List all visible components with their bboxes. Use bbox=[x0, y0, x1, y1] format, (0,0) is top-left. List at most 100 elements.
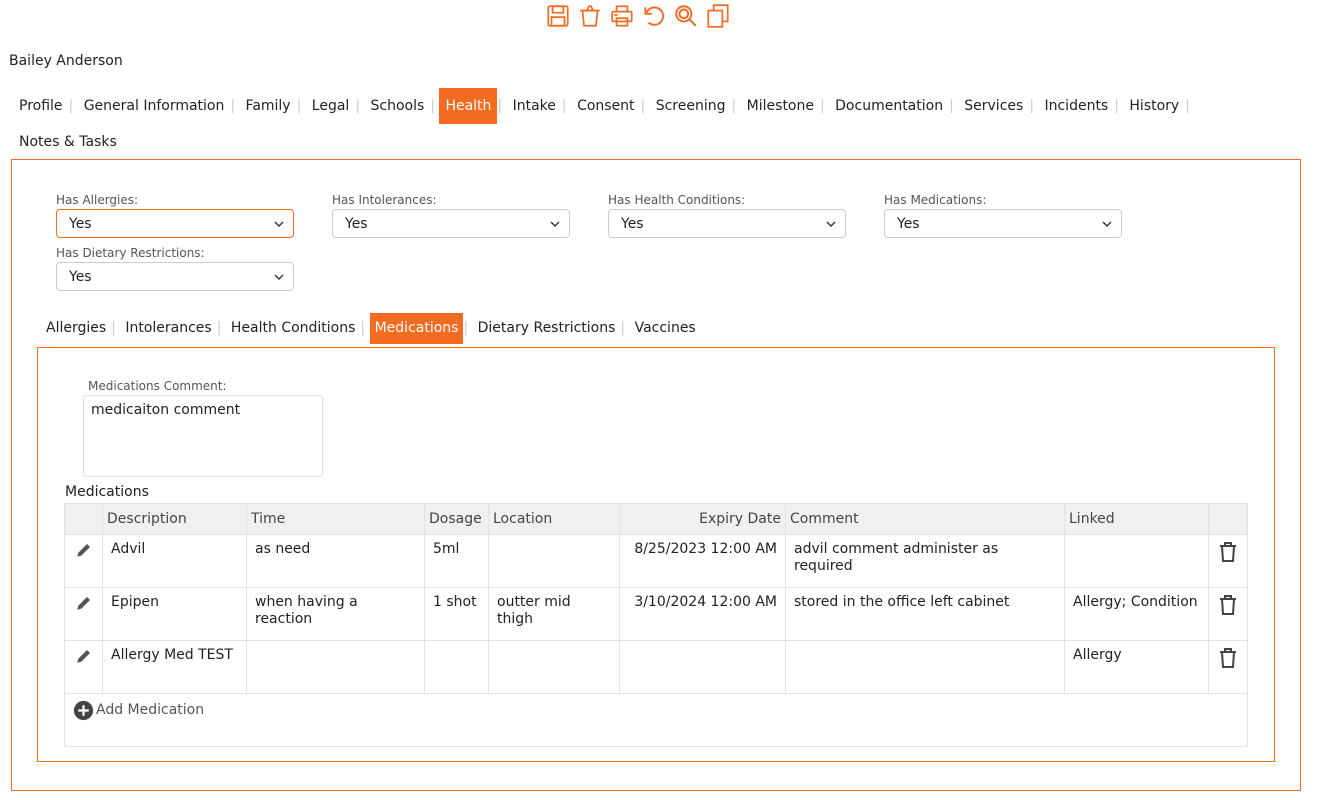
delete-button[interactable] bbox=[1208, 534, 1248, 588]
main-tabs: Profile | General Information | Family | Le… bbox=[19, 88, 1299, 160]
cell-description: Advil bbox=[102, 534, 247, 588]
copy-button[interactable] bbox=[703, 1, 733, 31]
medications-table: Description Time Dosage Location Expiry … bbox=[64, 503, 1248, 747]
undo-button[interactable] bbox=[639, 1, 669, 31]
table-header-row: Description Time Dosage Location Expiry … bbox=[64, 503, 1248, 535]
subtab-intolerances[interactable]: Intolerances bbox=[120, 313, 216, 344]
has-intolerances-select[interactable]: Yes bbox=[332, 209, 570, 238]
has-dietary-restrictions-field: Has Dietary Restrictions: Yes bbox=[56, 246, 294, 291]
chevron-down-icon bbox=[550, 221, 560, 227]
tab-legal[interactable]: Legal bbox=[306, 88, 356, 124]
subtab-dietary-restrictions[interactable]: Dietary Restrictions bbox=[473, 313, 621, 344]
column-header[interactable]: Description bbox=[102, 503, 247, 535]
client-name: Bailey Anderson bbox=[9, 53, 123, 69]
add-row: Add Medication bbox=[64, 693, 1248, 747]
has-allergies-value: Yes bbox=[69, 215, 92, 232]
subtab-health-conditions[interactable]: Health Conditions bbox=[226, 313, 361, 344]
search-icon bbox=[675, 5, 697, 27]
chevron-down-icon bbox=[826, 221, 836, 227]
cell-comment: advil comment administer as required bbox=[785, 534, 1065, 588]
pencil-icon bbox=[76, 650, 90, 663]
column-header[interactable]: Dosage bbox=[424, 503, 489, 535]
clear-icon bbox=[580, 5, 600, 27]
health-sub-tabs: Allergies | Intolerances | Health Conditio… bbox=[46, 313, 701, 344]
edit-button[interactable] bbox=[64, 587, 103, 641]
cell-time: when having a reaction bbox=[246, 587, 425, 641]
column-header[interactable]: Location bbox=[488, 503, 620, 535]
has-medications-value: Yes bbox=[897, 215, 920, 232]
medications-table-title: Medications bbox=[65, 484, 149, 500]
trash-icon bbox=[1220, 542, 1236, 562]
plus-circle-icon bbox=[73, 700, 94, 721]
tab-services[interactable]: Services bbox=[958, 88, 1029, 124]
has-health-conditions-field: Has Health Conditions: Yes bbox=[608, 193, 846, 238]
tab-intake[interactable]: Intake bbox=[507, 88, 562, 124]
add-medication-button[interactable]: Add Medication bbox=[73, 700, 1239, 721]
cell-comment bbox=[785, 640, 1065, 694]
cell-expiry bbox=[619, 640, 786, 694]
medications-comment-label: Medications Comment: bbox=[88, 379, 227, 393]
tab-consent[interactable]: Consent bbox=[571, 88, 640, 124]
save-button[interactable] bbox=[543, 1, 573, 31]
tab-schools[interactable]: Schools bbox=[364, 88, 430, 124]
cell-location: outter mid thigh bbox=[488, 587, 620, 641]
has-intolerances-value: Yes bbox=[345, 215, 368, 232]
cell-expiry: 8/25/2023 12:00 AM bbox=[619, 534, 786, 588]
tab-notes-tasks[interactable]: Notes & Tasks bbox=[19, 124, 123, 160]
tab-general-information[interactable]: General Information bbox=[78, 88, 231, 124]
column-header[interactable]: Expiry Date bbox=[619, 503, 786, 535]
add-medication-label: Add Medication bbox=[96, 702, 205, 718]
tab-health[interactable]: Health bbox=[439, 88, 498, 124]
has-dietary-restrictions-label: Has Dietary Restrictions: bbox=[56, 246, 205, 260]
pencil-icon bbox=[76, 597, 90, 610]
delete-button[interactable] bbox=[1208, 587, 1248, 641]
print-icon bbox=[611, 5, 633, 27]
tab-incidents[interactable]: Incidents bbox=[1038, 88, 1114, 124]
cell-comment: stored in the office left cabinet bbox=[785, 587, 1065, 641]
has-health-conditions-label: Has Health Conditions: bbox=[608, 193, 746, 207]
toolbar bbox=[543, 0, 733, 32]
tab-milestone[interactable]: Milestone bbox=[741, 88, 820, 124]
subtab-medications[interactable]: Medications bbox=[369, 313, 464, 344]
cell-linked bbox=[1064, 534, 1209, 588]
column-header[interactable]: Time bbox=[246, 503, 425, 535]
chevron-down-icon bbox=[274, 221, 284, 227]
cell-linked: Allergy; Condition bbox=[1064, 587, 1209, 641]
edit-button[interactable] bbox=[64, 534, 103, 588]
print-button[interactable] bbox=[607, 1, 637, 31]
cell-location bbox=[488, 640, 620, 694]
cell-dosage: 5ml bbox=[424, 534, 489, 588]
medications-comment-input[interactable]: medicaiton comment bbox=[83, 395, 323, 477]
tab-history[interactable]: History bbox=[1123, 88, 1185, 124]
chevron-down-icon bbox=[274, 274, 284, 280]
search-button[interactable] bbox=[671, 1, 701, 31]
edit-button[interactable] bbox=[64, 640, 103, 694]
tab-documentation[interactable]: Documentation bbox=[829, 88, 949, 124]
has-allergies-select[interactable]: Yes bbox=[56, 209, 294, 238]
has-intolerances-label: Has Intolerances: bbox=[332, 193, 437, 207]
has-allergies-field: Has Allergies: Yes bbox=[56, 193, 294, 238]
table-row: Allergy Med TEST Allergy bbox=[64, 640, 1248, 694]
column-header[interactable]: Linked bbox=[1064, 503, 1209, 535]
chevron-down-icon bbox=[1102, 221, 1112, 227]
cell-dosage: 1 shot bbox=[424, 587, 489, 641]
tab-family[interactable]: Family bbox=[240, 88, 297, 124]
has-medications-field: Has Medications: Yes bbox=[884, 193, 1122, 238]
subtab-vaccines[interactable]: Vaccines bbox=[630, 313, 701, 344]
pencil-icon bbox=[76, 544, 90, 557]
has-health-conditions-select[interactable]: Yes bbox=[608, 209, 846, 238]
clear-button[interactable] bbox=[575, 1, 605, 31]
delete-button[interactable] bbox=[1208, 640, 1248, 694]
cell-expiry: 3/10/2024 12:00 AM bbox=[619, 587, 786, 641]
has-intolerances-field: Has Intolerances: Yes bbox=[332, 193, 570, 238]
tab-profile[interactable]: Profile bbox=[19, 88, 69, 124]
column-header[interactable]: Comment bbox=[785, 503, 1065, 535]
has-medications-select[interactable]: Yes bbox=[884, 209, 1122, 238]
subtab-allergies[interactable]: Allergies bbox=[46, 313, 111, 344]
table-row: Epipen when having a reaction 1 shot out… bbox=[64, 587, 1248, 641]
cell-description: Allergy Med TEST bbox=[102, 640, 247, 694]
has-dietary-restrictions-select[interactable]: Yes bbox=[56, 262, 294, 291]
has-dietary-restrictions-value: Yes bbox=[69, 268, 92, 285]
tab-screening[interactable]: Screening bbox=[650, 88, 732, 124]
trash-icon bbox=[1220, 648, 1236, 668]
